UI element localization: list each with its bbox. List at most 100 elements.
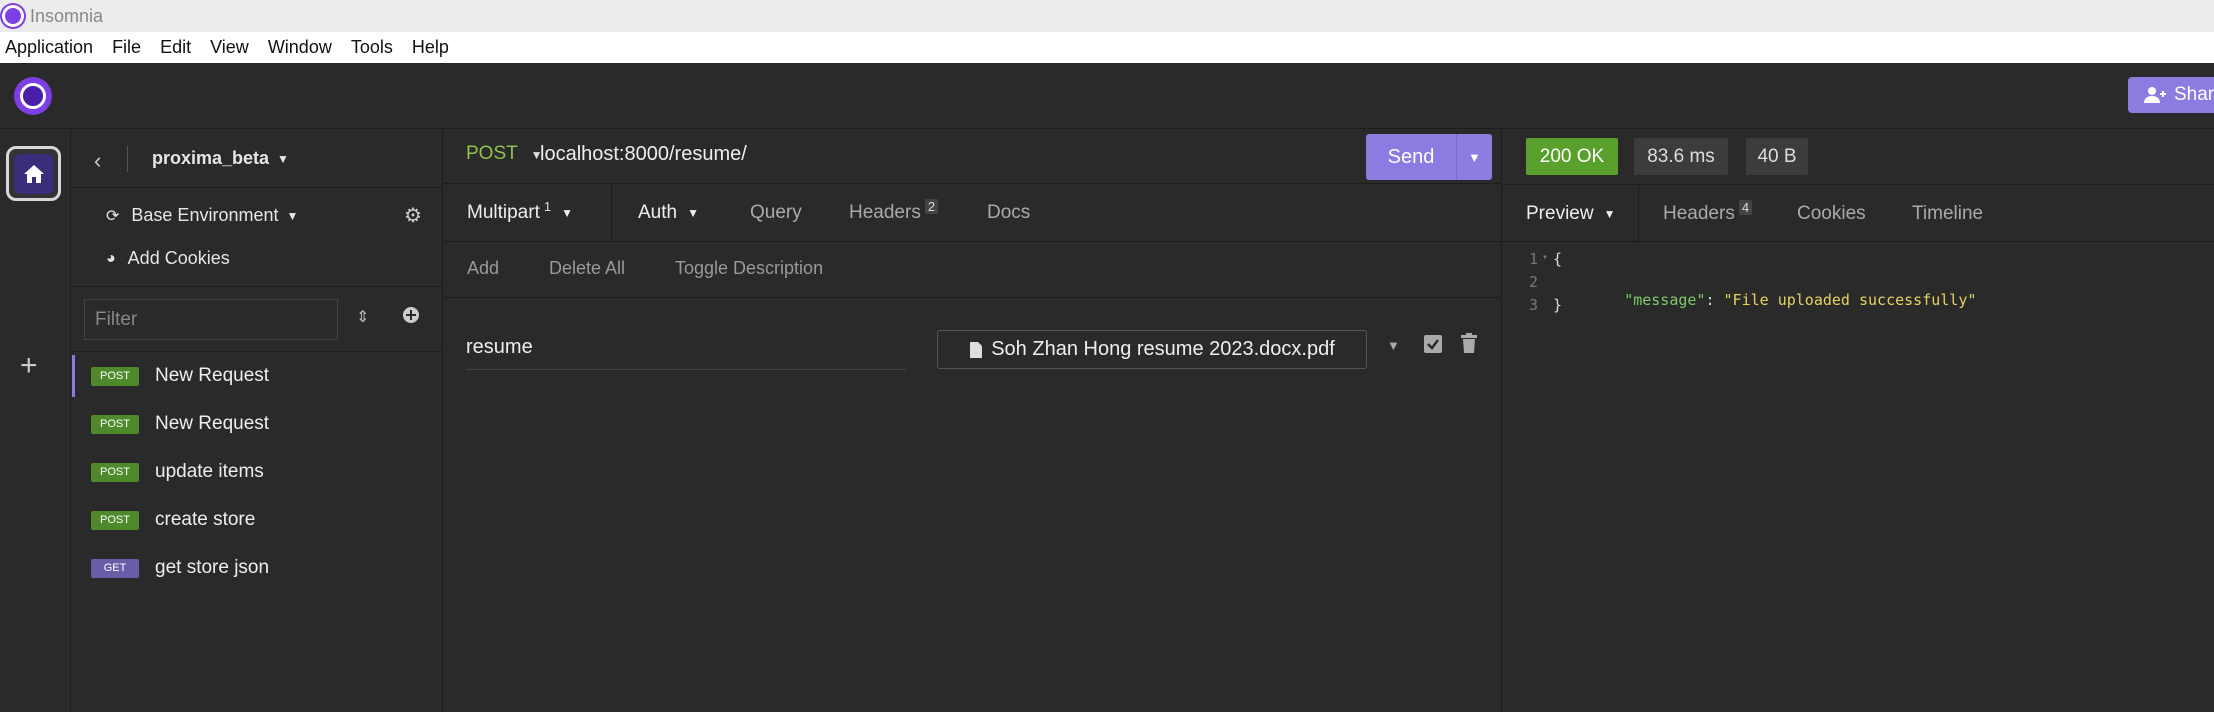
tab-headers[interactable]: Headers 2	[849, 184, 939, 242]
tab-preview-label: Preview	[1526, 203, 1594, 224]
filter-input[interactable]: Filter	[84, 299, 338, 340]
send-options-chevron-icon[interactable]: ▼	[1456, 134, 1481, 180]
request-name: get store json	[155, 557, 270, 578]
share-button[interactable]: Shar	[2128, 77, 2214, 113]
list-item[interactable]: POST update items	[72, 451, 442, 493]
gear-icon[interactable]: ⚙	[404, 203, 422, 228]
param-name: resume	[466, 336, 533, 358]
tab-cookies-label: Cookies	[1797, 203, 1866, 224]
add-param-button[interactable]: Add	[467, 258, 499, 279]
fold-icon[interactable]: ▾	[1542, 252, 1548, 263]
tab-auth[interactable]: Auth ▼	[638, 184, 699, 242]
tab-response-headers-count: 4	[1738, 199, 1753, 215]
param-name-input[interactable]: resume	[466, 330, 906, 370]
tab-multipart-label: Multipart	[467, 202, 540, 223]
chevron-down-icon: ▼	[277, 151, 289, 166]
project-selector[interactable]: proxima_beta ▼	[152, 148, 289, 169]
json-sep: :	[1705, 291, 1724, 309]
code-text: {	[1553, 250, 1563, 268]
url-input[interactable]: localhost:8000/resume/	[540, 143, 747, 166]
chevron-down-icon: ▼	[687, 206, 699, 220]
title-bar: Insomnia	[0, 0, 2214, 32]
add-cookies-button[interactable]: ◕ Add Cookies	[106, 248, 230, 269]
tab-response-headers[interactable]: Headers 4	[1663, 185, 1753, 243]
tab-docs[interactable]: Docs	[987, 184, 1030, 242]
request-tabs: Multipart 1 ▼ Auth ▼ Query Headers 2 Doc…	[444, 184, 1501, 242]
tab-timeline-label: Timeline	[1912, 203, 1984, 224]
tab-query[interactable]: Query	[750, 184, 802, 242]
sidebar: ‹ proxima_beta ▼ ⟳ Base Environment ▼ ⚙ …	[72, 129, 443, 712]
file-name: Soh Zhan Hong resume 2023.docx.pdf	[991, 338, 1335, 360]
add-user-icon	[2144, 87, 2166, 103]
line-number: 2	[1528, 273, 1538, 291]
method-label: POST	[466, 143, 518, 164]
send-button[interactable]: Send ▼	[1366, 134, 1492, 180]
menu-help[interactable]: Help	[412, 37, 449, 58]
refresh-icon: ⟳	[106, 207, 120, 225]
toggle-description-button[interactable]: Toggle Description	[675, 258, 823, 279]
menu-application[interactable]: Application	[5, 37, 93, 58]
enable-checkbox-icon[interactable]	[1424, 335, 1442, 358]
url-bar: POST ▼ localhost:8000/resume/ Send ▼	[444, 129, 1501, 184]
status-text: 200 OK	[1539, 145, 1605, 167]
request-name: New Request	[155, 413, 270, 434]
tab-timeline[interactable]: Timeline	[1912, 185, 1983, 243]
list-item[interactable]: POST New Request	[72, 403, 442, 445]
share-label: Shar	[2174, 84, 2214, 105]
divider	[127, 146, 128, 172]
response-panel: 200 OK 83.6 ms 40 B Preview ▼ Headers 4 …	[1501, 129, 2214, 712]
method-selector[interactable]: POST ▼	[466, 143, 543, 165]
app-logo-icon[interactable]	[14, 77, 52, 115]
list-item[interactable]: POST New Request	[72, 355, 442, 397]
home-icon	[23, 164, 44, 183]
method-badge: POST	[91, 414, 139, 434]
window-title: Insomnia	[30, 5, 104, 26]
trash-icon[interactable]	[1460, 333, 1478, 358]
tab-headers-label: Headers	[849, 202, 921, 223]
file-icon	[970, 341, 983, 358]
method-badge: GET	[91, 558, 139, 578]
list-item[interactable]: POST create store	[72, 499, 442, 541]
project-name: proxima_beta	[152, 148, 270, 168]
status-badge: 200 OK	[1526, 138, 1618, 175]
home-button[interactable]	[6, 146, 61, 201]
tab-preview[interactable]: Preview ▼	[1502, 185, 1639, 243]
list-item[interactable]: GET get store json	[72, 547, 442, 589]
tab-headers-count: 2	[924, 198, 939, 214]
line-number: 3	[1528, 296, 1538, 314]
menu-view[interactable]: View	[210, 37, 249, 58]
cookie-icon: ◕	[106, 249, 116, 267]
environment-selector[interactable]: ⟳ Base Environment ▼	[106, 205, 298, 226]
chevron-down-icon: ▼	[1603, 207, 1616, 221]
add-cookies-label: Add Cookies	[127, 248, 230, 268]
method-badge: POST	[91, 366, 139, 386]
response-tabs: Preview ▼ Headers 4 Cookies Timeline	[1502, 184, 2214, 243]
method-badge: POST	[91, 510, 139, 530]
file-select-button[interactable]: Soh Zhan Hong resume 2023.docx.pdf	[937, 330, 1367, 369]
delete-all-button[interactable]: Delete All	[549, 258, 625, 279]
sort-icon[interactable]: ⇕	[356, 307, 369, 327]
insomnia-logo-icon	[2, 5, 24, 27]
tab-cookies[interactable]: Cookies	[1797, 185, 1866, 243]
tab-multipart[interactable]: Multipart 1 ▼	[444, 184, 612, 242]
time-badge: 83.6 ms	[1634, 138, 1728, 175]
menu-tools[interactable]: Tools	[351, 37, 393, 58]
environment-label: Base Environment	[131, 205, 279, 225]
menu-edit[interactable]: Edit	[160, 37, 191, 58]
line-number: 1	[1528, 250, 1538, 268]
request-name: New Request	[155, 365, 270, 386]
left-rail: +	[0, 129, 71, 712]
menu-file[interactable]: File	[112, 37, 141, 58]
chevron-down-icon: ▼	[286, 208, 299, 223]
add-request-icon[interactable]	[402, 306, 420, 324]
chevron-down-icon: ▼	[561, 206, 573, 220]
app-header: Shar	[0, 63, 2214, 129]
param-type-chevron-icon[interactable]: ▼	[1387, 338, 1400, 353]
request-name: create store	[155, 509, 256, 530]
add-project-icon[interactable]: +	[20, 349, 38, 383]
tab-query-label: Query	[750, 202, 802, 223]
json-value: "File uploaded successfully"	[1723, 291, 1977, 309]
menu-window[interactable]: Window	[268, 37, 332, 58]
back-icon[interactable]: ‹	[94, 148, 101, 174]
body-toolbar: Add Delete All Toggle Description	[444, 242, 1501, 298]
